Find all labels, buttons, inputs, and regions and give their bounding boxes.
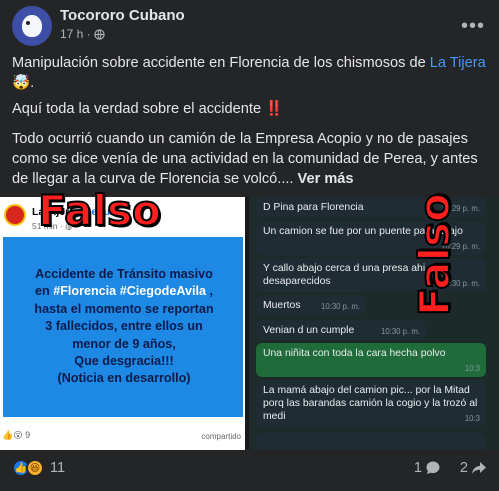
haha-reaction-icon: 😆 [26,459,44,477]
chat-message-highlighted: Una niñita con toda la cara hecha polvo 1… [256,343,486,377]
chat-message: Muertos 10:30 p. m. [256,295,366,315]
chat-message: La mamá abajo del camion pic... por la M… [256,380,486,427]
comments-count[interactable]: 1 [414,460,441,476]
more-options-icon[interactable]: ••• [458,11,488,41]
hashtag-ciegodeavila: #CiegodeAvila [119,284,207,299]
post-text-line2: Aquí toda la verdad sobre el accidente ‼… [12,99,488,119]
fake-news-line2: en #Florencia #CiegodeAvila , [9,283,239,300]
fake-news-line3: hasta el momento se reportan [34,301,214,316]
whatsapp-chat-screenshot: D Pina para Florencia 10:29 p. m. Un cami… [249,197,499,450]
see-more-link[interactable]: Ver más [298,171,354,187]
post-text-line3: Todo ocurrió cuando un camión de la Empr… [12,129,488,189]
post-time[interactable]: 17 h · [60,27,91,41]
double-exclamation-icon: ‼️ [265,101,284,117]
reaction-count: 11 [50,460,66,476]
post-header: Tocororo Cubano 17 h · ••• [12,6,488,46]
chat-message-time: 10:3 [464,364,480,373]
chat-message-text: D Pina para Florencia [263,202,364,213]
falso-stamp-left: Falso [37,185,162,236]
la-tijera-avatar [4,204,26,226]
fake-news-line7: (Noticia en desarrollo) [57,371,191,386]
exploding-head-emoji-icon: 🤯 [12,75,31,91]
chat-message: Venian d un cumple 10:30 p. m. [256,320,426,340]
hashtag-florencia: #Florencia [53,284,117,299]
post-text-line1: Manipulación sobre accidente en Florenci… [12,53,488,93]
fake-news-line2-pre: en [34,284,54,299]
falso-stamp-right: Falso [409,192,460,317]
comment-icon [426,461,440,474]
fake-news-line4: 3 fallecidos, entre ellos un [45,319,203,334]
chat-message-time: 10:30 p. m. [380,327,420,336]
chat-message-time: 10:30 p. m. [320,302,360,311]
fake-news-line6: Que desgracia!!! [74,354,174,369]
chat-message-text: La mamá abajo del camion pic... por la M… [263,385,478,422]
fake-news-line1: Accidente de Tránsito masivo [35,267,213,281]
post-meta: 17 h · [60,27,105,41]
post-text-intro: Manipulación sobre accidente en Florenci… [12,55,430,71]
chat-message-text: Una niñita con toda la cara hecha polvo [263,348,446,359]
chat-message-text: Y callo abajo cerca d una presa ahi desa… [263,263,426,287]
screenshot-shares: compartido [201,432,241,441]
bird-logo-icon [22,15,42,37]
author-name[interactable]: Tocororo Cubano [60,7,185,24]
author-avatar[interactable] [12,6,52,46]
reactions-summary[interactable]: 👍 😆 11 [12,459,65,477]
shares-count[interactable]: 2 [460,460,487,476]
screenshot-footer: 👍😮 9 compartido [0,423,245,450]
share-icon [472,462,486,474]
post-text-body: Todo ocurrió cuando un camión de la Empr… [12,131,478,187]
chat-message-text: Venian d un cumple [263,325,355,336]
screenshot-reactions: 👍😮 9 [2,430,31,440]
post-footer: 👍 😆 11 1 2 [0,455,499,485]
comments-number: 1 [413,460,422,476]
chat-message-text: Muertos [263,300,301,311]
globe-icon [94,28,105,40]
fake-news-card: Accidente de Tránsito masivo en #Florenc… [3,237,243,417]
fake-news-line5: menor de 9 años, [72,336,176,351]
chat-message-time: 10:3 [464,414,480,423]
chat-message [256,433,486,450]
post-text-period: . [30,75,35,91]
fake-news-line2-post: , [206,284,214,299]
fake-news-text: Accidente de Tránsito masivo en #Florenc… [9,266,239,388]
post-text-truth: Aquí toda la verdad sobre el accidente [12,101,262,117]
shares-number: 2 [459,460,468,476]
facebook-post: Tocororo Cubano 17 h · ••• Manipulación … [0,0,499,491]
la-tijera-link[interactable]: La Tijera [430,55,486,71]
